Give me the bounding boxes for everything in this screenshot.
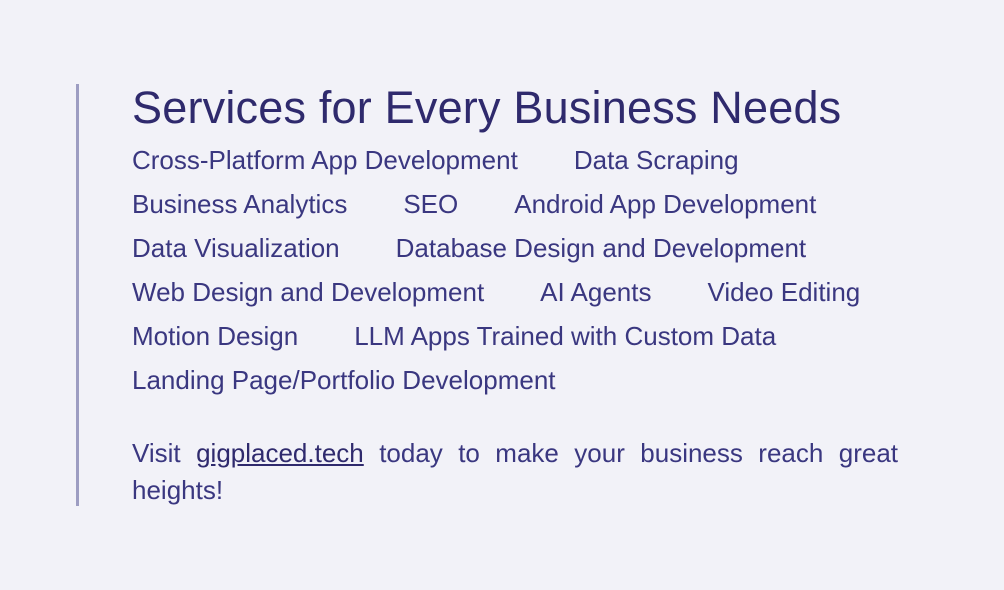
services-list: Cross-Platform App Development Data Scra… (132, 145, 900, 409)
service-item: Android App Development (514, 189, 817, 219)
call-to-action: Visit gigplaced.tech today to make your … (132, 435, 898, 509)
services-card: Services for Every Business Needs Cross-… (76, 84, 906, 506)
service-item: Business Analytics (132, 189, 348, 219)
services-row: Landing Page/Portfolio Development (132, 365, 900, 409)
service-item: LLM Apps Trained with Custom Data (354, 321, 777, 351)
service-item: Motion Design (132, 321, 299, 351)
service-item: SEO (403, 189, 459, 219)
service-item: AI Agents (540, 277, 652, 307)
services-row: Cross-Platform App Development Data Scra… (132, 145, 900, 189)
services-row: Web Design and Development AI Agents Vid… (132, 277, 900, 321)
services-row: Motion Design LLM Apps Trained with Cust… (132, 321, 900, 365)
service-item: Database Design and Development (395, 233, 807, 263)
cta-prefix: Visit (132, 438, 181, 468)
gigplaced-link[interactable]: gigplaced.tech (196, 438, 364, 468)
service-item: Landing Page/Portfolio Development (132, 365, 556, 395)
service-item: Cross-Platform App Development (132, 145, 518, 175)
services-row: Data Visualization Database Design and D… (132, 233, 900, 277)
service-item: Data Visualization (132, 233, 340, 263)
services-row: Business Analytics SEO Android App Devel… (132, 189, 900, 233)
service-item: Video Editing (707, 277, 861, 307)
service-item: Web Design and Development (132, 277, 485, 307)
services-content: Services for Every Business Needs Cross-… (132, 84, 900, 535)
page-title: Services for Every Business Needs (132, 82, 842, 133)
service-item: Data Scraping (573, 145, 739, 175)
